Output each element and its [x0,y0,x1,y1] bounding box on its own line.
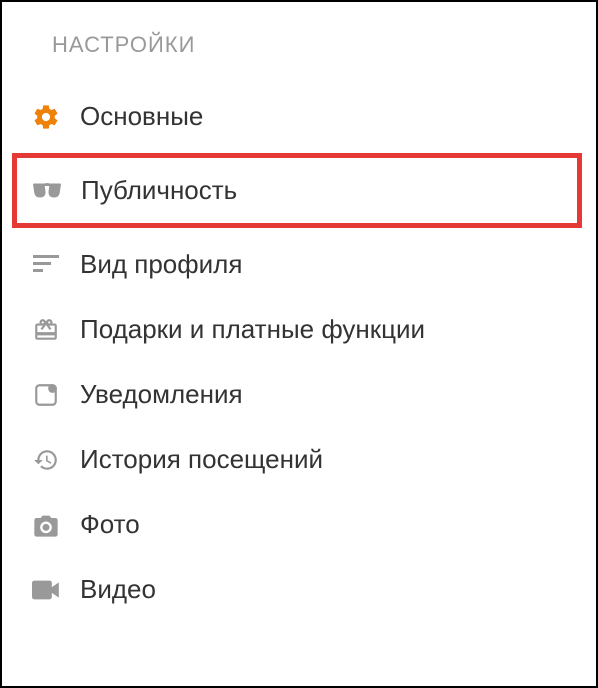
menu-item-photo[interactable]: Фото [2,492,596,557]
camera-icon [28,513,64,537]
notification-icon [28,382,64,408]
sunglasses-icon [29,182,65,200]
menu-item-label: История посещений [80,444,323,475]
menu-item-general[interactable]: Основные [2,84,596,149]
menu-item-video[interactable]: Видео [2,557,596,622]
video-icon [28,580,64,600]
settings-menu: НАСТРОЙКИ Основные Публичность [2,2,596,622]
menu-item-label: Публичность [81,175,237,206]
menu-item-label: Подарки и платные функции [80,314,425,345]
history-icon [28,447,64,473]
menu-item-label: Видео [80,574,156,605]
list-icon [28,255,64,275]
menu-item-label: Основные [80,101,203,132]
menu-item-gifts[interactable]: Подарки и платные функции [2,297,596,362]
menu-item-publicity[interactable]: Публичность [12,153,582,228]
menu-item-label: Уведомления [80,379,243,410]
menu-item-notifications[interactable]: Уведомления [2,362,596,427]
menu-item-profile-view[interactable]: Вид профиля [2,232,596,297]
menu-item-label: Фото [80,509,140,540]
page-title: НАСТРОЙКИ [2,2,596,84]
menu-item-history[interactable]: История посещений [2,427,596,492]
gift-icon [28,317,64,343]
gear-icon [28,103,64,131]
menu-item-label: Вид профиля [80,249,242,280]
